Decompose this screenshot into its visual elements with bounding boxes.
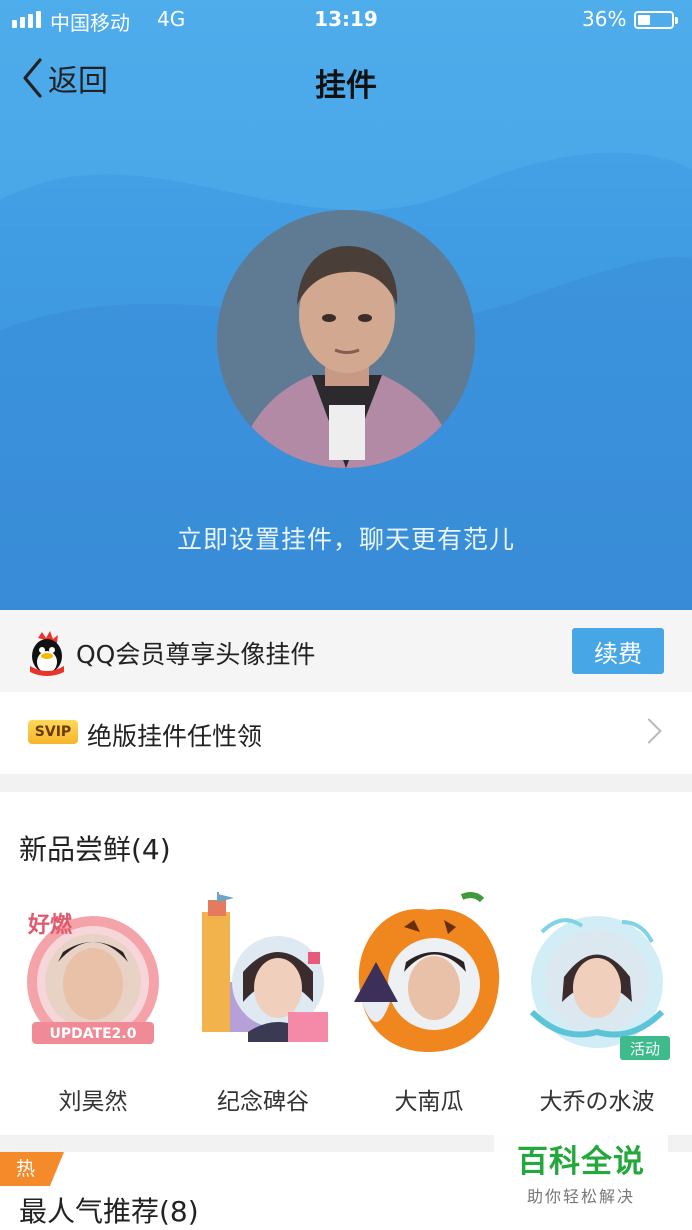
- activity-tag: 活动: [620, 1036, 670, 1060]
- chevron-right-icon: [636, 718, 662, 744]
- watermark: 百科全说 助你轻松解决: [494, 1132, 668, 1206]
- renew-button[interactable]: 续费: [572, 628, 664, 674]
- pendant-list: 好燃 UPDATE2.0 刘昊然 纪念碑谷 大南瓜 活动 大乔の水波: [0, 892, 692, 1122]
- pendant-name: 大南瓜: [394, 1089, 464, 1115]
- pendant-art-pumpkin: [354, 892, 500, 1052]
- section-title: 新品尝鲜(4): [19, 833, 171, 866]
- pendant-name: 大乔の水波: [539, 1089, 655, 1115]
- hot-tag: 热: [0, 1152, 64, 1186]
- pendant-item[interactable]: 好燃 UPDATE2.0 刘昊然: [8, 892, 178, 1122]
- new-pendants-section: 新品尝鲜(4) 好燃 UPDATE2.0 刘昊然 纪念碑谷 大南瓜 活动 大乔の…: [0, 792, 692, 1135]
- battery-icon: [634, 11, 678, 29]
- pendant-art-label: 好燃: [27, 912, 73, 938]
- nav-bar: 返回 挂件: [0, 52, 692, 104]
- avatar-portrait: [217, 210, 475, 468]
- pendant-item[interactable]: 纪念碑谷: [178, 892, 348, 1122]
- qq-penguin-icon: [30, 631, 64, 676]
- watermark-subtitle: 助你轻松解决: [526, 1187, 635, 1206]
- hero-banner: 中国移动 4G 13:19 36% 返回 挂件 立即设置挂件，聊天更有范儿: [0, 0, 692, 610]
- watermark-title: 百科全说: [517, 1144, 645, 1180]
- pendant-art-monument-valley: [202, 892, 328, 1042]
- section-title: 最人气推荐(8): [19, 1195, 199, 1228]
- pendant-item[interactable]: 活动 大乔の水波: [512, 892, 682, 1122]
- page-title: 挂件: [315, 68, 377, 104]
- pendant-art-liuhaoran: 好燃 UPDATE2.0: [27, 912, 159, 1052]
- vip-text: QQ会员尊享头像挂件: [76, 640, 316, 669]
- battery-level: [638, 15, 650, 25]
- pendant-art-update: UPDATE2.0: [50, 1026, 137, 1042]
- pendant-name: 纪念碑谷: [217, 1089, 309, 1115]
- svip-text: 绝版挂件任性领: [87, 722, 263, 751]
- svip-badge: SVIP: [28, 720, 78, 744]
- hero-tip: 立即设置挂件，聊天更有范儿: [176, 525, 515, 554]
- status-bar: 中国移动 4G 13:19 36%: [0, 0, 692, 40]
- battery-percent: 36%: [582, 7, 627, 31]
- pendant-name: 刘昊然: [58, 1089, 128, 1115]
- vip-row: QQ会员尊享头像挂件 续费: [0, 610, 692, 692]
- svip-row[interactable]: SVIP 绝版挂件任性领: [0, 692, 692, 774]
- avatar[interactable]: [217, 210, 475, 468]
- pendant-item[interactable]: 大南瓜: [344, 892, 514, 1122]
